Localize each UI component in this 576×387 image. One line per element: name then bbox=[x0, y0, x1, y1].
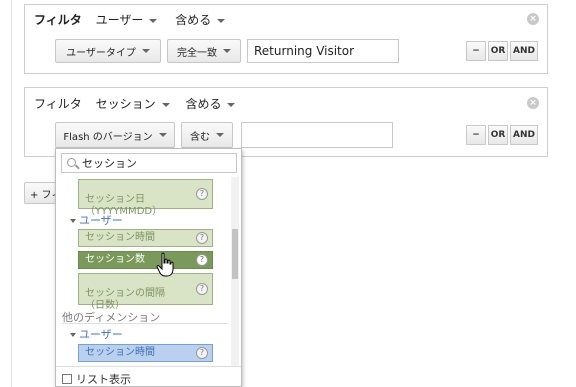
filter-row-2-title: フィルタ セッション 含める bbox=[34, 95, 236, 112]
footer-divider bbox=[56, 366, 241, 367]
remove-condition-button[interactable]: − bbox=[466, 41, 486, 61]
dropdown-search-input[interactable]: セッション bbox=[61, 153, 237, 173]
filter-type-dropdown[interactable]: ユーザー bbox=[96, 13, 158, 27]
dimension-item-session-interval[interactable]: セッションの間隔 （日数） ? bbox=[78, 273, 213, 311]
or-button[interactable]: OR bbox=[488, 125, 508, 145]
chevron-down-icon bbox=[223, 49, 231, 53]
filter-label: フィルタ bbox=[34, 13, 82, 27]
match-type-button[interactable]: 完全一致 bbox=[167, 39, 241, 63]
group-header-user-2[interactable]: ユーザー bbox=[70, 326, 123, 342]
dimension-item-session-time-2[interactable]: セッション時間 ? bbox=[78, 344, 213, 362]
search-icon bbox=[67, 158, 76, 167]
filter-value-input[interactable] bbox=[241, 122, 393, 148]
triangle-down-icon bbox=[70, 333, 76, 337]
left-edge-divider bbox=[0, 0, 12, 387]
group-header-user[interactable]: ユーザー bbox=[70, 212, 123, 228]
help-icon[interactable]: ? bbox=[196, 188, 208, 200]
dimension-item-session-time[interactable]: セッション時間 ? bbox=[78, 229, 213, 247]
filter-condition-dropdown[interactable]: 含める bbox=[175, 13, 226, 27]
dropdown-scrollbar-thumb[interactable] bbox=[232, 229, 238, 279]
filter-value-input[interactable]: Returning Visitor bbox=[247, 39, 399, 63]
hand-pointer-icon bbox=[156, 252, 174, 277]
chevron-down-icon bbox=[161, 102, 170, 107]
dimension-select-button[interactable]: ユーザータイプ bbox=[55, 39, 161, 63]
match-type-button[interactable]: 含む bbox=[181, 122, 233, 148]
section-divider bbox=[62, 323, 228, 324]
triangle-down-icon bbox=[70, 219, 76, 223]
chevron-down-icon bbox=[149, 18, 158, 23]
chevron-down-icon bbox=[158, 133, 167, 137]
filter-label: フィルタ bbox=[34, 97, 82, 111]
filter-condition-dropdown[interactable]: 含める bbox=[185, 97, 236, 111]
filter-row-1-title: フィルタ ユーザー 含める bbox=[34, 11, 226, 28]
help-icon[interactable]: ? bbox=[196, 283, 208, 295]
filter-panel-1: フィルタ ユーザー 含める × ユーザータイプ 完全一致 Returning V… bbox=[24, 4, 548, 74]
or-button[interactable]: OR bbox=[488, 41, 508, 61]
dimension-item-session-count[interactable]: セッション数 ? bbox=[78, 251, 213, 269]
chevron-down-icon bbox=[217, 18, 226, 23]
and-button[interactable]: AND bbox=[510, 41, 538, 61]
filter-panel-2: フィルタ セッション 含める × Flash のバージョン 含む − OR AN… bbox=[24, 87, 548, 157]
help-icon[interactable]: ? bbox=[196, 347, 208, 359]
close-icon[interactable]: × bbox=[527, 97, 539, 109]
close-icon[interactable]: × bbox=[527, 13, 539, 25]
filter-type-dropdown[interactable]: セッション bbox=[96, 97, 170, 111]
help-icon[interactable]: ? bbox=[196, 254, 208, 266]
dimension-dropdown: セッション セッション日 （YYYYMMDD） ? ユーザー セッション時間 ?… bbox=[55, 148, 242, 387]
remove-condition-button[interactable]: − bbox=[466, 125, 486, 145]
and-button[interactable]: AND bbox=[510, 125, 538, 145]
chevron-down-icon bbox=[227, 102, 236, 107]
chevron-down-icon bbox=[141, 49, 150, 53]
dimension-select-button[interactable]: Flash のバージョン bbox=[55, 122, 175, 148]
list-view-checkbox[interactable] bbox=[62, 374, 72, 384]
dimension-item-session-date[interactable]: セッション日 （YYYYMMDD） ? bbox=[78, 179, 213, 217]
chevron-down-icon bbox=[216, 133, 224, 137]
help-icon[interactable]: ? bbox=[196, 232, 208, 244]
list-view-label: リスト表示 bbox=[76, 373, 131, 386]
